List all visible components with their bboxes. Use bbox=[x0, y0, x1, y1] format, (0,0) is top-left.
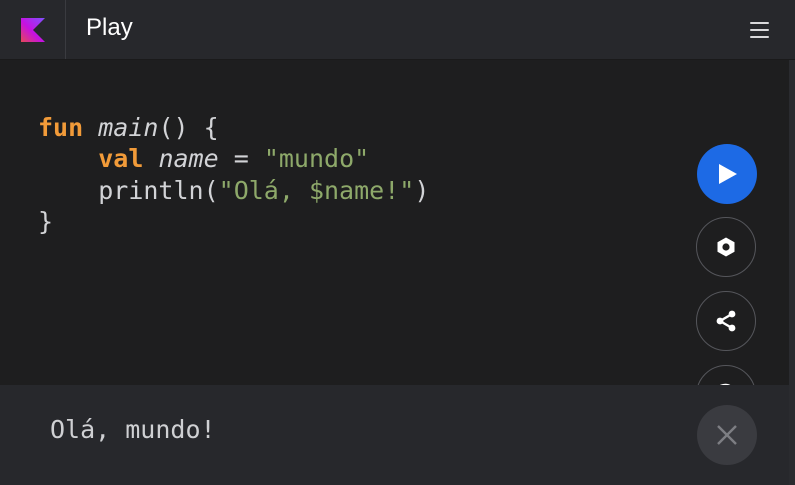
hexagon-icon bbox=[717, 237, 735, 257]
code-line-1: fun main() { bbox=[38, 113, 219, 142]
string-template: "Olá, $name!" bbox=[218, 175, 415, 205]
keyword-val: val bbox=[98, 144, 144, 174]
share-button[interactable] bbox=[696, 291, 756, 351]
code-editor[interactable]: fun main() { val name = "mundo" println(… bbox=[0, 60, 795, 425]
code-line-4: } bbox=[38, 206, 54, 236]
println-call: println( bbox=[98, 175, 219, 205]
hamburger-menu-icon[interactable] bbox=[746, 18, 774, 42]
variable-name: name bbox=[158, 144, 219, 174]
scrollbar[interactable] bbox=[789, 60, 795, 485]
close-paren: ) bbox=[414, 175, 430, 205]
run-button[interactable] bbox=[697, 144, 757, 204]
string-literal: "mundo" bbox=[263, 144, 370, 174]
header-bar: Play bbox=[0, 0, 795, 60]
code-block[interactable]: fun main() { val name = "mundo" println(… bbox=[38, 112, 429, 237]
close-icon bbox=[717, 425, 737, 445]
function-name: main bbox=[98, 113, 159, 142]
output-panel: Olá, mundo! bbox=[0, 385, 795, 485]
kotlin-logo-icon[interactable] bbox=[0, 0, 66, 59]
play-icon bbox=[719, 164, 737, 184]
code-line-2: val name = "mundo" bbox=[38, 144, 369, 173]
share-icon bbox=[716, 310, 736, 332]
keyword-fun: fun bbox=[38, 113, 84, 142]
assign-op: = bbox=[218, 144, 264, 174]
close-output-button[interactable] bbox=[697, 405, 757, 465]
fn-signature: () { bbox=[158, 113, 219, 142]
output-text: Olá, mundo! bbox=[50, 415, 216, 444]
code-line-3: println("Olá, $name!") bbox=[38, 176, 429, 205]
hexagon-button[interactable] bbox=[696, 217, 756, 277]
app-title: Play bbox=[86, 14, 133, 41]
